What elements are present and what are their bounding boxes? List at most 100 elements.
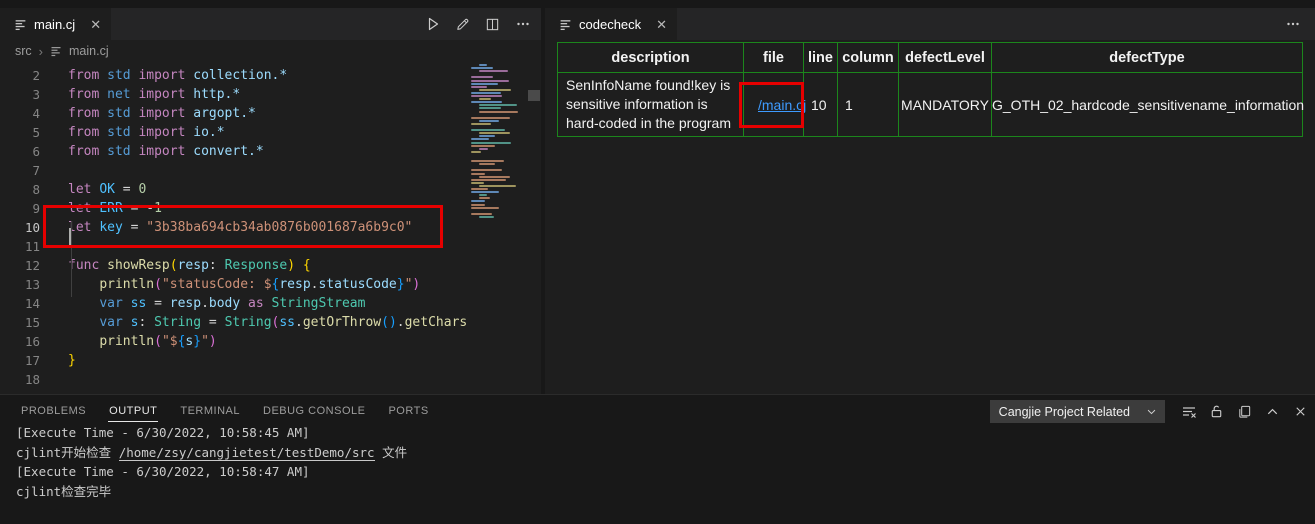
minimap[interactable] bbox=[469, 64, 525, 390]
minimap-line bbox=[479, 132, 510, 134]
panel-tab-problems[interactable]: PROBLEMS bbox=[20, 399, 87, 421]
table-row: SenInfoName found!key is sensitive infor… bbox=[558, 73, 1303, 137]
minimap-line bbox=[471, 86, 487, 88]
panel-tab-ports[interactable]: PORTS bbox=[387, 399, 429, 421]
code-line[interactable]: 7 bbox=[0, 161, 467, 180]
line-number: 10 bbox=[0, 218, 40, 237]
panel-controls: Cangjie Project Related bbox=[990, 400, 1309, 423]
code-line[interactable]: 17} bbox=[0, 351, 467, 370]
chevron-right-icon: › bbox=[39, 44, 43, 59]
code-line[interactable]: 18 bbox=[0, 370, 467, 389]
minimap-line bbox=[479, 64, 487, 66]
edit-icon[interactable] bbox=[454, 16, 471, 33]
line-number: 7 bbox=[0, 161, 40, 180]
more-actions-icon[interactable] bbox=[514, 16, 531, 33]
editor-scrollbar[interactable] bbox=[527, 62, 541, 394]
editor-group-left: main.cj ✕ src › bbox=[0, 8, 541, 394]
minimap-line bbox=[471, 83, 498, 85]
minimap-line bbox=[479, 89, 511, 91]
line-number: 8 bbox=[0, 180, 40, 199]
code-line[interactable]: 16 println("${s}") bbox=[0, 332, 467, 351]
panel-tab-output[interactable]: OUTPUT bbox=[108, 399, 158, 422]
code-line[interactable]: 5from std import io.* bbox=[0, 123, 467, 142]
code-line[interactable]: 15 var s: String = String(ss.getOrThrow(… bbox=[0, 313, 467, 332]
chevron-up-icon[interactable] bbox=[1264, 403, 1281, 420]
tab-main-cj[interactable]: main.cj ✕ bbox=[0, 8, 111, 40]
output-log: [Execute Time - 6/30/2022, 10:58:45 AM]c… bbox=[16, 423, 407, 501]
minimap-line bbox=[471, 151, 481, 153]
line-number: 16 bbox=[0, 332, 40, 351]
defect-table-body: SenInfoName found!key is sensitive infor… bbox=[558, 73, 1303, 137]
breadcrumb-folder[interactable]: src bbox=[15, 44, 32, 58]
output-line: cjlint开始检查 /home/zsy/cangjietest/testDem… bbox=[16, 443, 407, 463]
run-icon[interactable] bbox=[424, 16, 441, 33]
panel-tab-debug-console[interactable]: DEBUG CONSOLE bbox=[262, 399, 366, 421]
file-lines-icon bbox=[14, 18, 27, 31]
editor-actions bbox=[424, 8, 531, 40]
output-channel-select[interactable]: Cangjie Project Related bbox=[990, 400, 1165, 423]
line-number: 6 bbox=[0, 142, 40, 161]
minimap-line bbox=[471, 169, 502, 171]
cell-line: 10 bbox=[804, 73, 838, 137]
line-number: 15 bbox=[0, 313, 40, 332]
file-lines-icon bbox=[559, 18, 572, 31]
chevron-down-icon bbox=[1146, 406, 1157, 417]
close-icon[interactable]: ✕ bbox=[90, 18, 101, 31]
minimap-line bbox=[471, 117, 510, 119]
code-line[interactable]: 8let OK = 0 bbox=[0, 180, 467, 199]
line-number: 12 bbox=[0, 256, 40, 275]
minimap-line bbox=[471, 204, 485, 206]
minimap-line bbox=[479, 148, 488, 150]
split-editor-icon[interactable] bbox=[484, 16, 501, 33]
output-line: [Execute Time - 6/30/2022, 10:58:45 AM] bbox=[16, 423, 407, 443]
code-line[interactable]: 2from std import collection.* bbox=[0, 66, 467, 85]
minimap-line bbox=[471, 200, 485, 202]
output-line: [Execute Time - 6/30/2022, 10:58:47 AM] bbox=[16, 462, 407, 482]
line-number: 14 bbox=[0, 294, 40, 313]
minimap-line bbox=[471, 76, 493, 78]
bottom-panel: PROBLEMS OUTPUT TERMINAL DEBUG CONSOLE PORTS… bbox=[0, 394, 1315, 524]
more-actions-icon[interactable] bbox=[1285, 8, 1301, 40]
minimap-line bbox=[471, 92, 501, 94]
column-header-file: file bbox=[744, 43, 804, 73]
breadcrumb: src › main.cj bbox=[0, 40, 541, 62]
minimap-line bbox=[471, 173, 485, 175]
clear-output-icon[interactable] bbox=[1180, 403, 1197, 420]
scrollbar-thumb[interactable] bbox=[528, 90, 540, 101]
minimap-line bbox=[471, 80, 509, 82]
code-line[interactable]: 4from std import argopt.* bbox=[0, 104, 467, 123]
unlock-icon[interactable] bbox=[1208, 403, 1225, 420]
code-line[interactable]: 3from net import http.* bbox=[0, 85, 467, 104]
column-header-line: line bbox=[804, 43, 838, 73]
output-line: cjlint检查完毕 bbox=[16, 482, 407, 502]
panel-tab-terminal[interactable]: TERMINAL bbox=[179, 399, 241, 421]
minimap-line bbox=[471, 182, 484, 184]
column-header-defectType: defectType bbox=[992, 43, 1303, 73]
cell-desc: SenInfoName found!key is sensitive infor… bbox=[558, 73, 744, 137]
minimap-line bbox=[471, 142, 511, 144]
close-panel-icon[interactable] bbox=[1292, 403, 1309, 420]
cell-type: G_OTH_02_hardcode_sensitivename_informat… bbox=[992, 73, 1303, 137]
line-number: 18 bbox=[0, 370, 40, 389]
vscode-window: main.cj ✕ src › bbox=[0, 0, 1315, 524]
close-icon[interactable]: ✕ bbox=[656, 18, 667, 31]
line-number: 2 bbox=[0, 66, 40, 85]
column-header-column: column bbox=[838, 43, 899, 73]
indent-guide bbox=[71, 221, 72, 297]
panel-tabs: PROBLEMS OUTPUT TERMINAL DEBUG CONSOLE PORTS bbox=[20, 395, 430, 425]
minimap-line bbox=[479, 185, 516, 187]
minimap-line bbox=[471, 123, 491, 125]
code-line[interactable]: 6from std import convert.* bbox=[0, 142, 467, 161]
line-number: 17 bbox=[0, 351, 40, 370]
tab-codecheck[interactable]: codecheck ✕ bbox=[545, 8, 677, 40]
code-line[interactable]: 9let ERR = -1 bbox=[0, 199, 467, 218]
defect-table-header: descriptionfilelinecolumndefectLeveldefe… bbox=[558, 43, 1303, 73]
tab-label: main.cj bbox=[34, 17, 75, 32]
open-output-in-editor-icon[interactable] bbox=[1236, 403, 1253, 420]
breadcrumb-file[interactable]: main.cj bbox=[69, 44, 109, 58]
minimap-line bbox=[479, 135, 495, 137]
cell-level: MANDATORY bbox=[899, 73, 992, 137]
file-link[interactable]: /main.cj bbox=[758, 97, 806, 113]
minimap-line bbox=[479, 163, 495, 165]
output-path-link[interactable]: /home/zsy/cangjietest/testDemo/src bbox=[119, 445, 375, 461]
